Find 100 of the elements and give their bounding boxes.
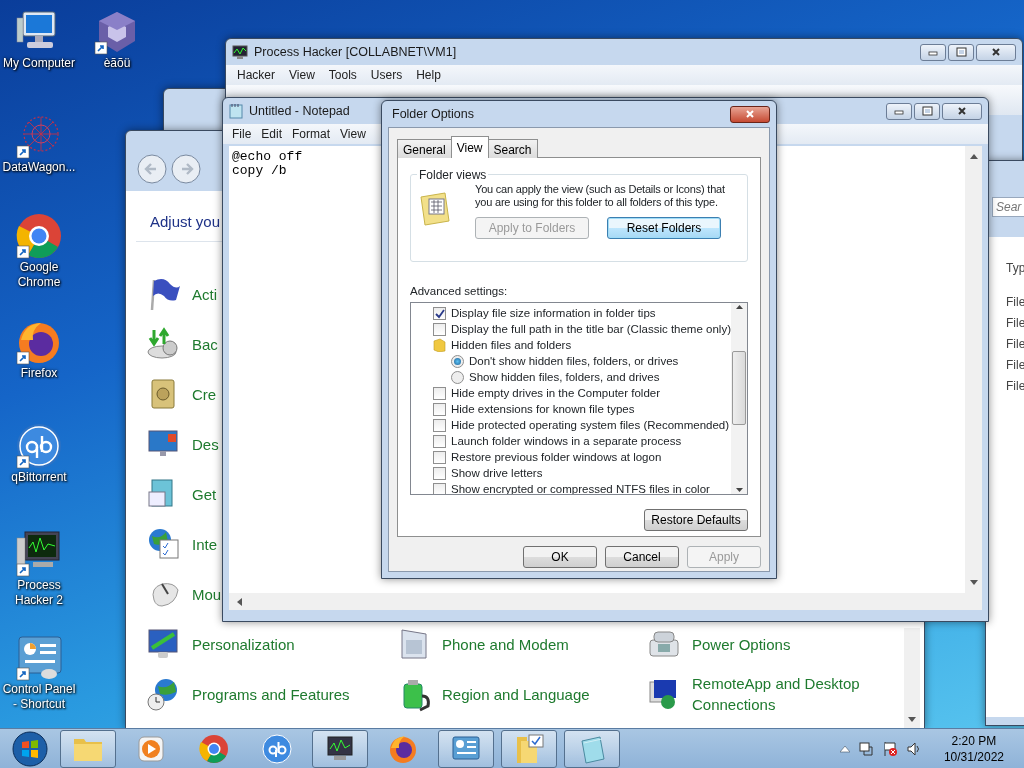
checkbox[interactable] (433, 418, 446, 432)
menu-item[interactable]: Help (409, 66, 448, 84)
control-panel-link[interactable]: Region and Language (442, 683, 590, 705)
tab[interactable]: View (450, 136, 489, 158)
clock-date[interactable]: 10/31/2022 (943, 748, 1004, 765)
table-cell-text: File (1006, 294, 1024, 311)
control-panel-link[interactable]: Phone and Modem (442, 633, 569, 655)
scroll-left-icon (237, 597, 242, 606)
close-button[interactable] (942, 102, 982, 120)
clock-time[interactable]: 2:20 PM (943, 732, 1004, 749)
control-panel-link[interactable]: Personalization (192, 633, 295, 655)
tab[interactable]: Search (487, 139, 538, 158)
minimize-icon (927, 48, 939, 56)
icon-label[interactable]: DataWagon... (2, 160, 76, 175)
control-panel-link[interactable]: Acti (192, 283, 217, 305)
close-button[interactable] (730, 105, 770, 123)
menu-item[interactable]: Format (287, 125, 336, 143)
restore-icon (955, 47, 967, 57)
minimize-button[interactable] (886, 102, 912, 120)
checkbox[interactable] (433, 450, 446, 464)
scroll-down-icon (735, 488, 743, 493)
control-panel-link[interactable]: RemoteApp and Desktop Connections (692, 673, 870, 715)
menu-item[interactable]: View (335, 125, 371, 143)
menu-item[interactable]: Edit (256, 125, 288, 143)
speaker-icon[interactable] (905, 740, 922, 757)
minimize-button[interactable] (920, 43, 946, 61)
tab[interactable]: General (397, 139, 452, 158)
control-panel-link[interactable]: Inte (192, 533, 218, 555)
icon-label[interactable]: Firefox (20, 366, 58, 381)
scrollbar[interactable] (229, 593, 982, 610)
up-arrow-icon[interactable] (839, 744, 850, 753)
monitor-graph-icon (232, 45, 248, 59)
column-header[interactable]: Typ (1006, 259, 1024, 293)
round-logo-icon (261, 732, 293, 765)
control-panel-link[interactable]: Power Options (692, 633, 791, 655)
back-button[interactable] (136, 153, 168, 185)
menu-item[interactable]: Users (363, 66, 410, 84)
icon-label[interactable]: èãõü (103, 56, 131, 71)
text-line: @echo off (232, 150, 303, 164)
scrollbar[interactable] (731, 303, 747, 495)
menu-item[interactable]: View (282, 66, 322, 84)
checkbox[interactable] (433, 434, 446, 448)
setting-label: Restore previous folder windows at logon (451, 449, 662, 465)
menu-item[interactable]: File (227, 125, 257, 143)
search-field[interactable]: Sear (992, 197, 1024, 217)
icon-label[interactable]: My Computer (3, 56, 75, 71)
setting-label: Show encrypted or compressed NTFS files in color (451, 481, 710, 495)
maximize-button[interactable] (914, 102, 940, 120)
text-area[interactable]: @echo off copy /b (229, 146, 306, 182)
checkbox[interactable] (433, 386, 446, 400)
taskbar-button[interactable] (312, 729, 368, 768)
checkbox[interactable] (433, 322, 446, 336)
network-icon[interactable] (857, 740, 874, 757)
window-title: Process Hacker [COLLABNET\VM1] (254, 43, 457, 61)
control-panel-link[interactable]: Programs and Features (192, 683, 350, 705)
checkbox[interactable] (433, 466, 446, 480)
table-cell-text: File (1006, 336, 1024, 353)
icon-label[interactable]: qBittorrent (11, 470, 67, 485)
dialog-button[interactable]: OK (523, 546, 597, 568)
back-icon (136, 153, 168, 185)
checkbox[interactable] (433, 482, 446, 495)
control-panel-link[interactable]: Cre (192, 383, 217, 405)
checkbox[interactable] (433, 306, 446, 320)
control-panel-icon[interactable] (15, 634, 63, 682)
radio-button[interactable] (451, 370, 464, 384)
close-icon (989, 47, 1003, 57)
setting-label: Hide empty drives in the Computer folder (451, 385, 660, 401)
setting-label: Show hidden files, folders, and drives (469, 369, 660, 385)
radio-button[interactable] (451, 354, 464, 368)
setting-label: Hide extensions for known file types (451, 401, 635, 417)
maximize-button[interactable] (948, 43, 974, 61)
taskbar-button[interactable] (501, 729, 557, 768)
monitor-graph-icon[interactable] (15, 530, 63, 578)
scrollbar[interactable] (904, 628, 920, 728)
close-button[interactable] (976, 43, 1016, 61)
taskbar-button[interactable] (438, 729, 494, 768)
restore-defaults-button[interactable]: Restore Defaults (644, 509, 748, 532)
restore-icon (921, 106, 933, 116)
dialog-button[interactable]: Cancel (605, 546, 679, 568)
start-icon[interactable] (12, 730, 48, 767)
menu-item[interactable]: Hacker (230, 66, 282, 84)
settings-list[interactable] (410, 302, 748, 496)
control-panel-link[interactable]: Mou (192, 583, 222, 605)
icon-label[interactable]: Google Chrome (0, 260, 78, 290)
scrollbar[interactable] (965, 146, 982, 593)
folder-view-button[interactable]: Reset Folders (607, 217, 721, 239)
description-text: You can apply the view (such as Details or Icons) that you are using for this folder to all folders of this type. (475, 183, 726, 209)
control-panel-link[interactable]: Bac (192, 333, 218, 355)
browser-icon (198, 732, 230, 765)
scroll-up-icon (735, 305, 743, 310)
flag-error-icon[interactable] (881, 740, 898, 757)
checkbox[interactable] (433, 402, 446, 416)
round-logo-icon[interactable] (15, 422, 63, 470)
icon-label[interactable]: Process Hacker 2 (0, 578, 78, 608)
folder-grid-icon (419, 191, 453, 227)
forward-button[interactable] (170, 153, 202, 185)
menu-item[interactable]: Tools (321, 66, 364, 84)
control-panel-link[interactable]: Des (192, 433, 219, 455)
browser-icon[interactable] (15, 212, 63, 260)
control-panel-link[interactable]: Get (192, 483, 217, 505)
